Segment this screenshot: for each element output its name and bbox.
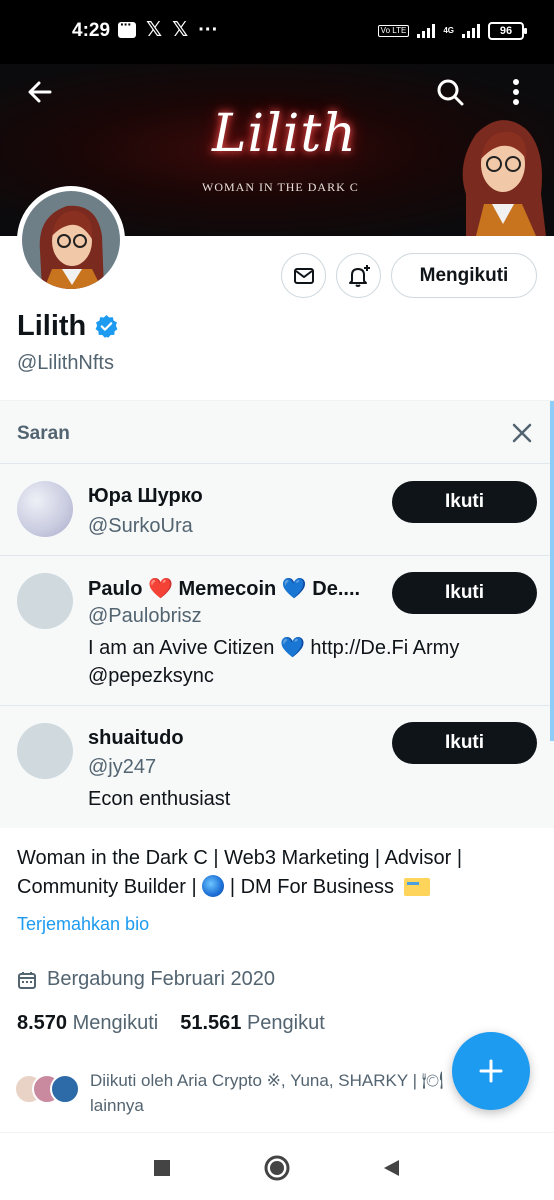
network-type: 4G bbox=[443, 26, 454, 35]
close-icon bbox=[512, 423, 532, 443]
more-options-button[interactable] bbox=[494, 70, 538, 114]
verified-badge-icon[interactable] bbox=[94, 314, 119, 339]
suggestions-heading: Saran bbox=[17, 423, 70, 444]
arrow-left-icon bbox=[28, 81, 52, 103]
followed-by[interactable]: Diikuti oleh Aria Crypto ※, Yuna, SHARKY… bbox=[14, 1068, 454, 1118]
followed-by-text: Diikuti oleh Aria Crypto ※, Yuna, SHARKY… bbox=[90, 1071, 444, 1115]
bio-line-2a: Community Builder | bbox=[17, 876, 197, 898]
suggestion-handle: @SurkoUra bbox=[88, 515, 193, 537]
globe-icon bbox=[202, 875, 225, 897]
joined-date: Bergabung Februari 2020 bbox=[17, 968, 275, 991]
suggestion-name[interactable]: Paulo ❤️ Memecoin 💙 De.... bbox=[88, 576, 360, 601]
following-button[interactable]: Mengikuti bbox=[391, 253, 537, 298]
more-dots-icon: ··· bbox=[198, 19, 219, 41]
suggestion-bio: I am an Avive Citizen 💙 http://De.Fi Arm… bbox=[88, 637, 460, 687]
back-nav-button[interactable] bbox=[376, 1153, 406, 1183]
suggestion-item[interactable]: shuaitudo @jy247 Econ enthusiast Ikuti bbox=[0, 705, 550, 829]
banner-character-illustration bbox=[462, 120, 546, 236]
mail-icon bbox=[293, 267, 314, 284]
volte-icon: Vo LTE bbox=[377, 25, 410, 37]
suggestions-panel: Saran Юра Шурко @SurkoUra Ikuti Paulo ❤️… bbox=[0, 400, 554, 828]
status-system-icons: Vo LTE 4G 96 bbox=[377, 22, 527, 40]
back-button[interactable] bbox=[18, 70, 62, 114]
x-icon: 𝕏 bbox=[146, 19, 163, 41]
avatar bbox=[50, 1074, 80, 1104]
follow-button[interactable]: Ikuti bbox=[392, 722, 537, 764]
followed-by-avatars bbox=[14, 1068, 80, 1104]
suggestion-item[interactable]: Юра Шурко @SurkoUra Ikuti bbox=[0, 463, 550, 555]
suggestion-avatar[interactable] bbox=[17, 481, 73, 537]
triangle-back-icon bbox=[384, 1160, 399, 1176]
search-button[interactable] bbox=[428, 70, 472, 114]
signal-icon bbox=[462, 24, 480, 38]
suggestion-avatar[interactable] bbox=[17, 573, 73, 629]
followers-count: 51.561 bbox=[180, 1012, 242, 1034]
status-notification-icons: 𝕏 𝕏 ··· bbox=[118, 16, 219, 41]
display-name-text: Lilith bbox=[17, 310, 87, 342]
more-vertical-icon bbox=[513, 79, 519, 105]
joined-text: Bergabung Februari 2020 bbox=[47, 968, 275, 990]
circle-icon bbox=[264, 1155, 290, 1181]
followers-label: Pengikut bbox=[246, 1012, 325, 1034]
compose-button[interactable] bbox=[452, 1032, 530, 1110]
banner-subtitle: WOMAN IN THE DARK Ϲ bbox=[202, 180, 359, 194]
plus-icon bbox=[479, 1059, 503, 1083]
bio-line-2: Community Builder | | DM For Business bbox=[17, 873, 537, 902]
suggestion-item[interactable]: Paulo ❤️ Memecoin 💙 De.... @Paulobrisz I… bbox=[0, 555, 550, 705]
avatar-illustration bbox=[22, 191, 120, 289]
suggestion-handle: @Paulobrisz bbox=[88, 605, 202, 627]
message-icon bbox=[118, 16, 136, 38]
x-icon: 𝕏 bbox=[172, 19, 189, 41]
envelope-emoji-icon bbox=[403, 878, 430, 896]
bell-plus-icon bbox=[348, 264, 370, 287]
translate-bio-link[interactable]: Terjemahkan bio bbox=[17, 914, 149, 935]
battery-icon: 96 bbox=[488, 22, 527, 40]
system-navigation-bar bbox=[0, 1133, 554, 1200]
display-name: Lilith bbox=[17, 310, 119, 343]
suggestion-bio: Econ enthusiast bbox=[88, 788, 231, 810]
followers-stat[interactable]: 51.561 Pengikut bbox=[180, 1012, 325, 1035]
square-icon bbox=[154, 1160, 170, 1176]
suggestion-avatar[interactable] bbox=[17, 723, 73, 779]
follow-button[interactable]: Ikuti bbox=[392, 481, 537, 523]
following-count: 8.570 bbox=[17, 1012, 68, 1034]
message-button[interactable] bbox=[281, 253, 326, 298]
close-suggestions-button[interactable] bbox=[508, 419, 536, 447]
following-label: Mengikuti bbox=[72, 1012, 159, 1034]
profile-avatar[interactable] bbox=[17, 186, 125, 294]
follow-stats: 8.570 Mengikuti 51.561 Pengikut bbox=[17, 1012, 325, 1035]
follow-button[interactable]: Ikuti bbox=[392, 572, 537, 614]
status-bar: 4:29 𝕏 𝕏 ··· Vo LTE 4G 96 bbox=[0, 0, 554, 64]
signal-icon bbox=[417, 24, 436, 38]
recents-button[interactable] bbox=[147, 1153, 177, 1183]
profile-bio: Woman in the Dark Ϲ | Web3 Marketing | A… bbox=[17, 844, 537, 902]
calendar-icon bbox=[18, 971, 36, 989]
search-icon bbox=[437, 79, 464, 106]
suggestion-handle: @jy247 bbox=[88, 756, 157, 778]
home-button[interactable] bbox=[262, 1153, 292, 1183]
status-time: 4:29 bbox=[72, 20, 111, 41]
following-stat[interactable]: 8.570 Mengikuti bbox=[17, 1012, 158, 1035]
bio-line-1: Woman in the Dark Ϲ | Web3 Marketing | A… bbox=[17, 847, 463, 869]
bio-line-2b: | DM For Business bbox=[229, 876, 394, 898]
suggestion-name[interactable]: shuaitudo bbox=[88, 727, 184, 750]
suggestion-name[interactable]: Юра Шурко bbox=[88, 485, 203, 508]
notifications-button[interactable] bbox=[336, 253, 381, 298]
banner-title: Lilith bbox=[212, 104, 357, 164]
profile-handle: @LilithNfts bbox=[17, 352, 114, 374]
